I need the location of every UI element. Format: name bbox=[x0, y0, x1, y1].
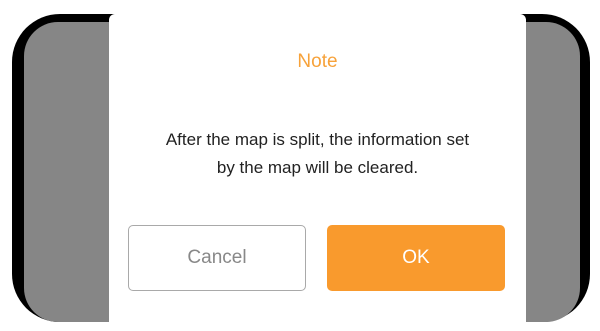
confirmation-dialog: Note After the map is split, the informa… bbox=[109, 14, 526, 331]
screenshot-canvas: Note After the map is split, the informa… bbox=[0, 0, 600, 331]
ok-button[interactable]: OK bbox=[327, 225, 505, 291]
cancel-button[interactable]: Cancel bbox=[128, 225, 306, 291]
dialog-title: Note bbox=[297, 51, 338, 72]
dialog-message: After the map is split, the information … bbox=[109, 126, 526, 182]
dialog-message-line-1: After the map is split, the information … bbox=[165, 130, 470, 149]
dialog-message-line-2: by the map will be cleared. bbox=[216, 158, 419, 177]
